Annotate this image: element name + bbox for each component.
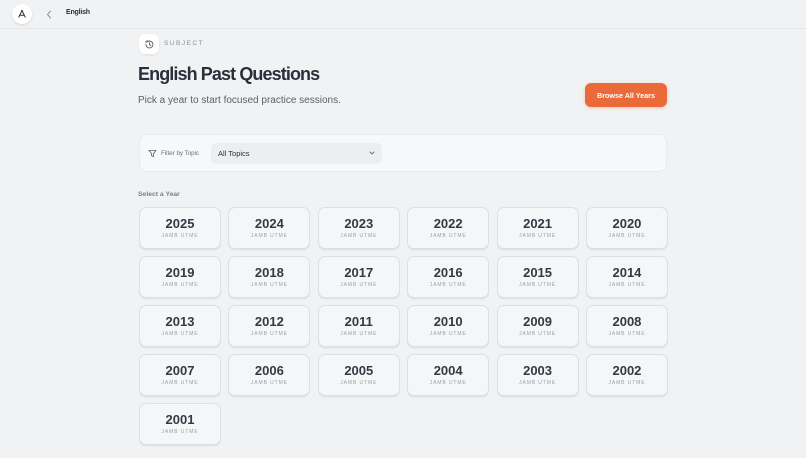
year-card[interactable]: 2014 JAMB UTME: [585, 256, 668, 298]
topic-select[interactable]: All Topics: [211, 143, 382, 164]
exam-label: JAMB UTME: [519, 331, 557, 337]
exam-label: JAMB UTME: [519, 233, 557, 239]
topic-select-value: All Topics: [218, 149, 250, 158]
year-card[interactable]: 2004 JAMB UTME: [407, 354, 490, 396]
year-card[interactable]: 2003 JAMB UTME: [496, 354, 579, 396]
year-number: 2015: [523, 265, 553, 280]
year-number: 2004: [433, 363, 463, 378]
browse-all-years-button[interactable]: Browse All Years: [585, 83, 667, 107]
filter-card: Filter by Topic All Topics: [139, 134, 667, 172]
back-button[interactable]: [44, 8, 54, 20]
year-card[interactable]: 2010 JAMB UTME: [407, 305, 490, 347]
exam-label: JAMB UTME: [161, 331, 199, 337]
year-card[interactable]: 2012 JAMB UTME: [228, 305, 311, 347]
year-card[interactable]: 2015 JAMB UTME: [496, 256, 579, 298]
year-number: 2003: [523, 363, 553, 378]
exam-label: JAMB UTME: [429, 331, 467, 337]
year-number: 2009: [523, 314, 553, 329]
year-number: 2022: [433, 216, 463, 231]
select-year-heading: Select a Year: [138, 191, 180, 198]
chevron-left-icon: [46, 10, 51, 18]
exam-label: JAMB UTME: [161, 380, 199, 386]
year-number: 2011: [344, 314, 373, 329]
year-number: 2023: [344, 216, 374, 231]
year-number: 2008: [612, 314, 642, 329]
year-number: 2025: [165, 216, 195, 231]
exam-label: JAMB UTME: [250, 233, 288, 239]
exam-label: JAMB UTME: [161, 282, 199, 288]
exam-label: JAMB UTME: [608, 282, 646, 288]
exam-label: JAMB UTME: [340, 233, 378, 239]
page-title: English Past Questions: [138, 64, 320, 84]
exam-label: JAMB UTME: [340, 282, 378, 288]
year-number: 2024: [254, 216, 284, 231]
logo-icon: [18, 9, 26, 18]
year-card[interactable]: 2025 JAMB UTME: [139, 207, 221, 249]
year-card[interactable]: 2021 JAMB UTME: [496, 207, 579, 249]
year-card[interactable]: 2005 JAMB UTME: [317, 354, 400, 396]
exam-label: JAMB UTME: [250, 380, 288, 386]
filter-label: Filter by Topic: [161, 150, 200, 157]
year-number: 2007: [165, 363, 195, 378]
year-number: 2012: [254, 314, 284, 329]
chevron-down-icon: [369, 151, 375, 155]
exam-label: JAMB UTME: [161, 233, 199, 239]
year-number: 2021: [523, 216, 553, 231]
year-grid: 2025 JAMB UTME 2024 JAMB UTME 2023 JAMB UTM…: [139, 207, 668, 445]
year-card[interactable]: 2013 JAMB UTME: [139, 305, 221, 347]
year-card[interactable]: 2016 JAMB UTME: [407, 256, 490, 298]
exam-label: JAMB UTME: [250, 282, 288, 288]
year-card[interactable]: 2024 JAMB UTME: [228, 207, 311, 249]
year-number: 2001: [165, 412, 195, 427]
year-card[interactable]: 2020 JAMB UTME: [585, 207, 668, 249]
year-card[interactable]: 2007 JAMB UTME: [139, 354, 221, 396]
year-number: 2005: [344, 363, 374, 378]
exam-label: JAMB UTME: [519, 380, 557, 386]
filter-icon: [148, 149, 157, 158]
exam-label: JAMB UTME: [608, 331, 646, 337]
exam-label: JAMB UTME: [429, 233, 467, 239]
year-card[interactable]: 2009 JAMB UTME: [496, 305, 579, 347]
year-number: 2019: [165, 265, 195, 280]
year-card[interactable]: 2022 JAMB UTME: [407, 207, 490, 249]
year-number: 2002: [612, 363, 642, 378]
year-number: 2018: [254, 265, 284, 280]
year-card[interactable]: 2017 JAMB UTME: [317, 256, 400, 298]
exam-label: JAMB UTME: [340, 331, 378, 337]
year-number: 2017: [344, 265, 374, 280]
year-card[interactable]: 2018 JAMB UTME: [228, 256, 311, 298]
top-bar: English: [0, 0, 806, 29]
page-subtitle: Pick a year to start focused practice se…: [138, 95, 341, 106]
history-icon: [144, 39, 153, 48]
app-logo[interactable]: [12, 4, 32, 24]
exam-label: JAMB UTME: [429, 380, 467, 386]
year-card[interactable]: 2011 JAMB UTME: [317, 305, 400, 347]
year-card[interactable]: 2008 JAMB UTME: [585, 305, 668, 347]
exam-label: JAMB UTME: [608, 380, 646, 386]
subject-label: SUBJECT: [164, 40, 205, 47]
breadcrumb-current: English: [66, 9, 90, 16]
exam-label: JAMB UTME: [429, 282, 467, 288]
exam-label: JAMB UTME: [340, 380, 378, 386]
year-card[interactable]: 2006 JAMB UTME: [228, 354, 311, 396]
year-card[interactable]: 2002 JAMB UTME: [585, 354, 668, 396]
exam-label: JAMB UTME: [608, 233, 646, 239]
year-number: 2010: [433, 314, 463, 329]
exam-label: JAMB UTME: [250, 331, 288, 337]
year-number: 2014: [612, 265, 642, 280]
exam-label: JAMB UTME: [161, 429, 199, 435]
year-number: 2013: [165, 314, 195, 329]
subject-badge: [139, 34, 159, 54]
year-number: 2020: [612, 216, 642, 231]
year-number: 2006: [254, 363, 284, 378]
year-card[interactable]: 2001 JAMB UTME: [139, 403, 221, 445]
year-number: 2016: [433, 265, 463, 280]
exam-label: JAMB UTME: [519, 282, 557, 288]
year-card[interactable]: 2019 JAMB UTME: [139, 256, 221, 298]
year-card[interactable]: 2023 JAMB UTME: [317, 207, 400, 249]
